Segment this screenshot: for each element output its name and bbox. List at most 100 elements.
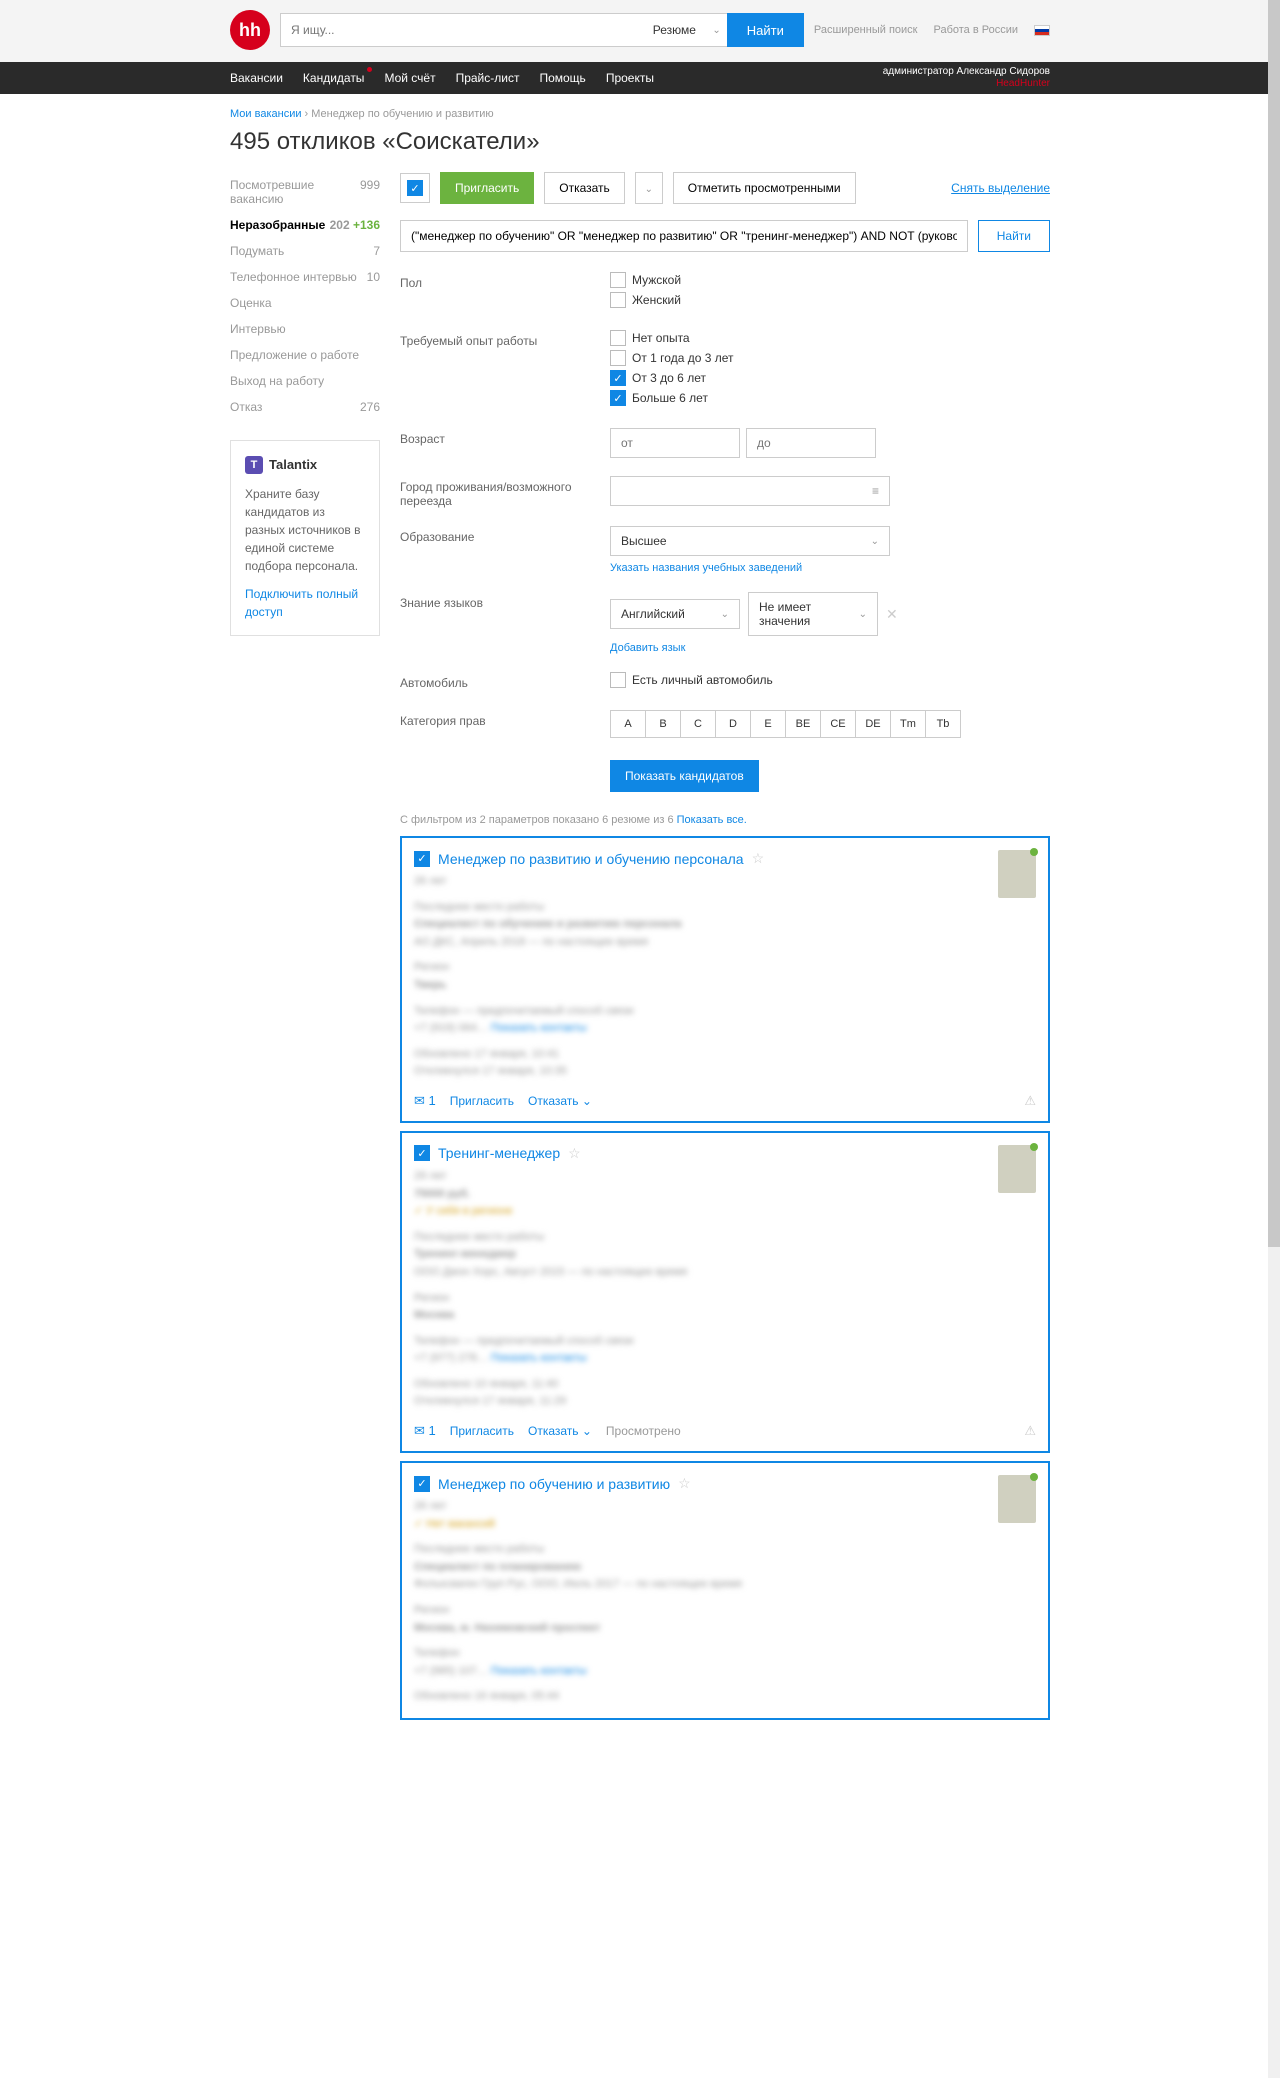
search-type-select[interactable]: Резюме ⌄ bbox=[647, 13, 727, 47]
sidebar-item-count: 202 bbox=[330, 218, 350, 232]
search-button[interactable]: Найти bbox=[727, 13, 804, 47]
scrollthumb[interactable] bbox=[1268, 0, 1280, 1247]
language-level-select[interactable]: Не имеет значения⌄ bbox=[748, 592, 878, 636]
search-type-value: Резюме bbox=[653, 23, 696, 37]
invite-button[interactable]: Пригласить bbox=[440, 172, 534, 204]
talantix-icon: T bbox=[245, 456, 263, 474]
chevron-down-icon: ⌄ bbox=[712, 25, 720, 36]
show-candidates-button[interactable]: Показать кандидатов bbox=[610, 760, 759, 792]
license-cat-Tb[interactable]: Tb bbox=[925, 710, 961, 738]
card-checkbox[interactable] bbox=[414, 1145, 430, 1161]
chevron-down-icon: ⌄ bbox=[871, 536, 879, 547]
exp-6-checkbox[interactable] bbox=[610, 390, 626, 406]
license-cat-CE[interactable]: CE bbox=[820, 710, 856, 738]
license-cat-BE[interactable]: BE bbox=[785, 710, 821, 738]
resume-title-link[interactable]: Тренинг-менеджер bbox=[438, 1145, 560, 1161]
sidebar-item[interactable]: Оценка bbox=[230, 290, 380, 316]
card-action-0[interactable]: Пригласить bbox=[450, 1094, 514, 1108]
select-all-wrap bbox=[400, 173, 430, 204]
exp-3-6-checkbox[interactable] bbox=[610, 370, 626, 386]
age-to-input[interactable] bbox=[746, 428, 876, 458]
nav-candidates[interactable]: Кандидаты bbox=[303, 71, 365, 85]
license-cat-Tm[interactable]: Tm bbox=[890, 710, 926, 738]
breadcrumb-vacancies[interactable]: Мои вакансии bbox=[230, 108, 301, 120]
card-checkbox[interactable] bbox=[414, 851, 430, 867]
query-input[interactable] bbox=[400, 220, 968, 252]
gender-female-checkbox[interactable] bbox=[610, 292, 626, 308]
sidebar-item[interactable]: Подумать7 bbox=[230, 238, 380, 264]
exp-none-checkbox[interactable] bbox=[610, 330, 626, 346]
talantix-promo: TTalantix Храните базу кандидатов из раз… bbox=[230, 440, 380, 636]
resume-title-link[interactable]: Менеджер по обучению и развитию bbox=[438, 1476, 670, 1492]
license-cat-D[interactable]: D bbox=[715, 710, 751, 738]
gender-label: Пол bbox=[400, 272, 610, 312]
education-select[interactable]: Высшее ⌄ bbox=[610, 526, 890, 556]
select-all-checkbox[interactable] bbox=[407, 180, 423, 196]
search-input[interactable] bbox=[280, 13, 647, 47]
license-cat-A[interactable]: A bbox=[610, 710, 646, 738]
sidebar-item-count: 999 bbox=[360, 178, 380, 192]
sidebar-item-count: 10 bbox=[367, 270, 380, 284]
card-action-1[interactable]: Отказать ⌄ bbox=[528, 1094, 592, 1108]
breadcrumb-current: Менеджер по обучению и развитию bbox=[311, 108, 493, 120]
sidebar-item[interactable]: Интервью bbox=[230, 316, 380, 342]
specify-schools-link[interactable]: Указать названия учебных заведений bbox=[610, 562, 802, 574]
region-link[interactable]: Работа в России bbox=[933, 24, 1018, 36]
show-all-link[interactable]: Показать все. bbox=[677, 814, 747, 826]
sidebar-item[interactable]: Неразобранные202 +136 bbox=[230, 212, 380, 238]
star-icon[interactable]: ☆ bbox=[752, 850, 765, 867]
sidebar-item-label: Оценка bbox=[230, 296, 272, 310]
promo-link[interactable]: Подключить полный доступ bbox=[245, 585, 365, 621]
list-icon[interactable]: ≡ bbox=[872, 484, 879, 498]
message-icon[interactable]: ✉ 1 bbox=[414, 1423, 436, 1439]
age-from-input[interactable] bbox=[610, 428, 740, 458]
sidebar-item[interactable]: Выход на работу bbox=[230, 368, 380, 394]
sidebar-item[interactable]: Отказ276 bbox=[230, 394, 380, 420]
sidebar-item[interactable]: Телефонное интервью10 bbox=[230, 264, 380, 290]
star-icon[interactable]: ☆ bbox=[678, 1475, 691, 1492]
card-action-1[interactable]: Отказать ⌄ bbox=[528, 1424, 592, 1438]
license-cat-C[interactable]: C bbox=[680, 710, 716, 738]
sidebar-item[interactable]: Посмотревшие вакансию999 bbox=[230, 172, 380, 212]
add-language-link[interactable]: Добавить язык bbox=[610, 642, 685, 654]
resume-details: 26 летПоследнее место работыСпециалист п… bbox=[414, 873, 1036, 1081]
remove-language-icon[interactable]: ✕ bbox=[886, 606, 898, 623]
city-input[interactable] bbox=[621, 484, 872, 498]
advanced-search-link[interactable]: Расширенный поиск bbox=[814, 24, 918, 36]
license-cat-B[interactable]: B bbox=[645, 710, 681, 738]
card-action-0[interactable]: Пригласить bbox=[450, 1424, 514, 1438]
nav-vacancies[interactable]: Вакансии bbox=[230, 71, 283, 85]
exp-1-3-checkbox[interactable] bbox=[610, 350, 626, 366]
sidebar-item[interactable]: Предложение о работе bbox=[230, 342, 380, 368]
nav-price[interactable]: Прайс-лист bbox=[456, 71, 520, 85]
mark-viewed-button[interactable]: Отметить просмотренными bbox=[673, 172, 856, 204]
license-label: Категория прав bbox=[400, 710, 610, 738]
license-cat-E[interactable]: E bbox=[750, 710, 786, 738]
card-checkbox[interactable] bbox=[414, 1476, 430, 1492]
resume-title-link[interactable]: Менеджер по развитию и обучению персонал… bbox=[438, 851, 744, 867]
has-car-checkbox[interactable] bbox=[610, 672, 626, 688]
gender-male-checkbox[interactable] bbox=[610, 272, 626, 288]
user-name: Александр Сидоров bbox=[957, 66, 1050, 77]
message-icon[interactable]: ✉ 1 bbox=[414, 1093, 436, 1109]
query-search-button[interactable]: Найти bbox=[978, 220, 1050, 252]
resume-card: Менеджер по обучению и развитию☆28 лет✓ … bbox=[400, 1461, 1050, 1720]
license-cat-DE[interactable]: DE bbox=[855, 710, 891, 738]
warning-icon: ⚠ bbox=[1024, 1423, 1036, 1439]
age-label: Возраст bbox=[400, 428, 610, 458]
city-label: Город проживания/возможного переезда bbox=[400, 476, 610, 508]
language-select[interactable]: Английский⌄ bbox=[610, 599, 740, 629]
reject-dropdown[interactable]: ⌄ bbox=[635, 172, 663, 204]
scrollbar[interactable] bbox=[1268, 0, 1280, 2078]
nav-projects[interactable]: Проекты bbox=[606, 71, 654, 85]
nav-account[interactable]: Мой счёт bbox=[384, 71, 435, 85]
resume-card: Менеджер по развитию и обучению персонал… bbox=[400, 836, 1050, 1123]
flag-ru-icon[interactable] bbox=[1034, 25, 1050, 36]
star-icon[interactable]: ☆ bbox=[568, 1145, 581, 1162]
nav-help[interactable]: Помощь bbox=[539, 71, 585, 85]
user-menu[interactable]: администратор Александр Сидоров HeadHunt… bbox=[883, 66, 1050, 90]
education-value: Высшее bbox=[621, 534, 667, 548]
hh-logo[interactable]: hh bbox=[230, 10, 270, 50]
reject-button[interactable]: Отказать bbox=[544, 172, 625, 204]
deselect-link[interactable]: Снять выделение bbox=[951, 181, 1050, 195]
